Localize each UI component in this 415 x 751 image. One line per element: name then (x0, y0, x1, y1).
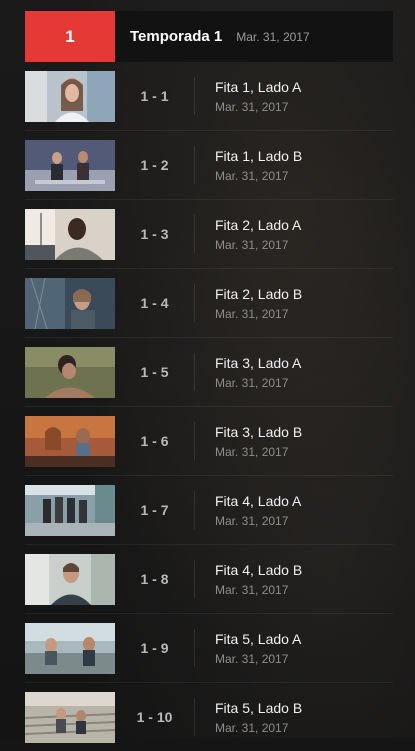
episode-row[interactable]: 1 - 7 Fita 4, Lado A Mar. 31, 2017 (25, 476, 393, 545)
episode-number: 1 - 8 (140, 571, 169, 587)
episode-row[interactable]: 1 - 9 Fita 5, Lado A Mar. 31, 2017 (25, 614, 393, 683)
divider (194, 491, 195, 529)
episode-row[interactable]: 1 - 5 Fita 3, Lado A Mar. 31, 2017 (25, 338, 393, 407)
episode-row[interactable]: 1 - 6 Fita 3, Lado B Mar. 31, 2017 (25, 407, 393, 476)
episode-date: Mar. 31, 2017 (215, 720, 289, 735)
episode-date: Mar. 31, 2017 (215, 513, 289, 528)
episode-title[interactable]: Fita 4, Lado B (215, 562, 302, 578)
episode-title[interactable]: Fita 2, Lado B (215, 286, 302, 302)
episode-title[interactable]: Fita 2, Lado A (215, 217, 301, 233)
episode-title[interactable]: Fita 1, Lado A (215, 79, 301, 95)
divider (194, 560, 195, 598)
episode-title[interactable]: Fita 4, Lado A (215, 493, 301, 509)
divider (194, 353, 195, 391)
episode-title[interactable]: Fita 5, Lado B (215, 700, 302, 716)
episode-thumbnail[interactable] (25, 415, 115, 467)
episode-date: Mar. 31, 2017 (215, 651, 289, 666)
episode-row[interactable]: 1 - 8 Fita 4, Lado B Mar. 31, 2017 (25, 545, 393, 614)
episode-thumbnail[interactable] (25, 553, 115, 605)
divider (194, 215, 195, 253)
divider (194, 146, 195, 184)
episode-title[interactable]: Fita 3, Lado A (215, 355, 301, 371)
episode-list: 1 Temporada 1 Mar. 31, 2017 1 - 1 Fita 1… (25, 11, 393, 751)
episode-row[interactable]: 1 - 10 Fita 5, Lado B Mar. 31, 2017 (25, 683, 393, 751)
episode-thumbnail[interactable] (25, 622, 115, 674)
episode-number: 1 - 6 (140, 433, 169, 449)
episode-date: Mar. 31, 2017 (215, 306, 289, 321)
episode-title[interactable]: Fita 3, Lado B (215, 424, 302, 440)
episode-thumbnail[interactable] (25, 346, 115, 398)
divider (194, 629, 195, 667)
episode-row[interactable]: 1 - 3 Fita 2, Lado A Mar. 31, 2017 (25, 200, 393, 269)
divider (194, 284, 195, 322)
episode-number: 1 - 7 (140, 502, 169, 518)
episode-number: 1 - 9 (140, 640, 169, 656)
episode-date: Mar. 31, 2017 (215, 237, 289, 252)
episode-thumbnail[interactable] (25, 139, 115, 191)
episode-row[interactable]: 1 - 2 Fita 1, Lado B Mar. 31, 2017 (25, 131, 393, 200)
divider (194, 698, 195, 736)
episode-thumbnail[interactable] (25, 277, 115, 329)
season-number-badge: 1 (25, 11, 115, 62)
episode-date: Mar. 31, 2017 (215, 444, 289, 459)
divider (194, 77, 195, 115)
episode-number: 1 - 1 (140, 88, 169, 104)
episode-title[interactable]: Fita 5, Lado A (215, 631, 301, 647)
episode-row[interactable]: 1 - 4 Fita 2, Lado B Mar. 31, 2017 (25, 269, 393, 338)
episode-date: Mar. 31, 2017 (215, 168, 289, 183)
episode-date: Mar. 31, 2017 (215, 99, 289, 114)
episode-number: 1 - 4 (140, 295, 169, 311)
episode-thumbnail[interactable] (25, 70, 115, 122)
episode-title[interactable]: Fita 1, Lado B (215, 148, 302, 164)
episode-thumbnail[interactable] (25, 691, 115, 743)
season-header[interactable]: 1 Temporada 1 Mar. 31, 2017 (25, 11, 393, 62)
season-title: Temporada 1 (130, 28, 223, 45)
episode-row[interactable]: 1 - 1 Fita 1, Lado A Mar. 31, 2017 (25, 62, 393, 131)
episode-date: Mar. 31, 2017 (215, 375, 289, 390)
episode-date: Mar. 31, 2017 (215, 582, 289, 597)
divider (194, 422, 195, 460)
season-date: Mar. 31, 2017 (236, 29, 310, 44)
episode-number: 1 - 3 (140, 226, 169, 242)
episode-number: 1 - 10 (136, 709, 173, 725)
episode-number: 1 - 5 (140, 364, 169, 380)
episode-number: 1 - 2 (140, 157, 169, 173)
episode-thumbnail[interactable] (25, 484, 115, 536)
episode-thumbnail[interactable] (25, 208, 115, 260)
